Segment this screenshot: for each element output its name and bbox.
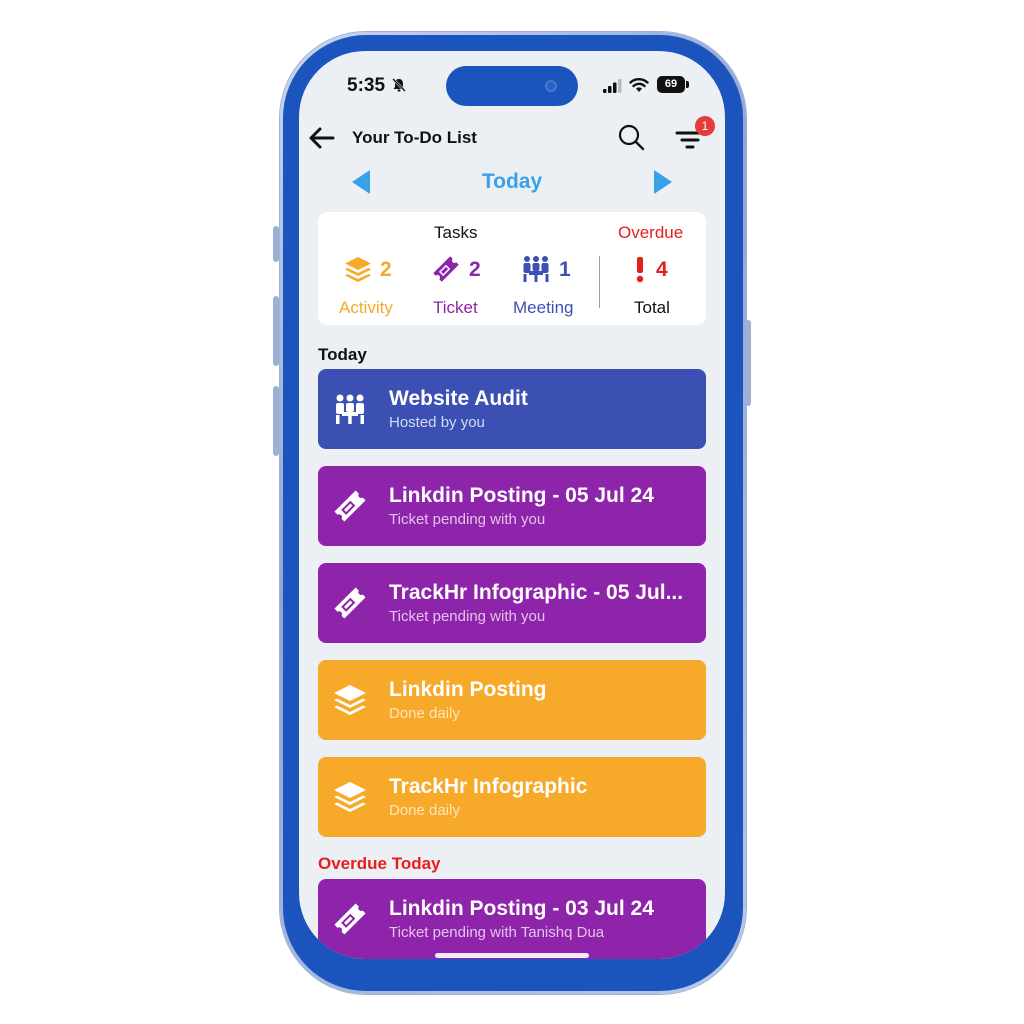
overdue-total-label: Total <box>634 298 670 317</box>
battery-tip <box>686 81 689 88</box>
meeting-label: Meeting <box>513 298 574 317</box>
ticket-icon <box>334 587 366 619</box>
overdue-count: 4 <box>656 258 668 281</box>
volume-down-button <box>273 386 279 456</box>
previous-day-arrow-icon[interactable] <box>350 169 372 195</box>
dynamic-island <box>446 66 578 106</box>
front-camera <box>545 80 557 92</box>
power-button <box>745 320 751 406</box>
section-title-today: Today <box>318 345 367 364</box>
meeting-group-icon <box>523 256 549 282</box>
ticket-icon <box>334 490 366 522</box>
task-subtitle: Ticket pending with Tanishq Dua <box>389 924 605 941</box>
task-subtitle: Hosted by you <box>389 414 485 431</box>
overdue-task-card-ticket[interactable]: Linkdin Posting - 03 Jul 24 Ticket pendi… <box>318 879 706 959</box>
next-day-arrow-icon[interactable] <box>652 169 674 195</box>
search-icon[interactable] <box>617 123 647 153</box>
task-subtitle: Done daily <box>389 802 460 819</box>
back-arrow-icon[interactable] <box>307 123 337 153</box>
task-title: Website Audit <box>389 387 528 410</box>
meeting-group-icon <box>336 394 364 424</box>
task-card-ticket[interactable]: TrackHr Infographic - 05 Jul... Ticket p… <box>318 563 706 643</box>
task-title: Linkdin Posting <box>389 678 547 701</box>
task-title: Linkdin Posting - 03 Jul 24 <box>389 897 654 920</box>
filter-count-badge: 1 <box>695 116 715 136</box>
current-day-label: Today <box>481 170 543 193</box>
page-title: Your To-Do List <box>352 128 477 147</box>
task-subtitle: Done daily <box>389 705 460 722</box>
task-subtitle: Ticket pending with you <box>389 511 546 528</box>
task-title: TrackHr Infographic - 05 Jul... <box>389 581 684 604</box>
home-indicator[interactable] <box>435 953 589 958</box>
cellular-signal-icon <box>603 79 622 93</box>
layers-icon <box>345 257 371 282</box>
section-title-overdue-today: Overdue Today <box>318 854 441 873</box>
tasks-heading: Tasks <box>434 223 478 242</box>
volume-up-button <box>273 296 279 366</box>
meeting-count: 1 <box>559 258 571 281</box>
overdue-heading: Overdue <box>618 223 684 242</box>
ticket-label: Ticket <box>433 298 478 317</box>
task-title: TrackHr Infographic <box>389 775 588 798</box>
activity-label: Activity <box>339 298 393 317</box>
ticket-icon <box>433 256 459 282</box>
status-time: 5:35 <box>347 75 386 96</box>
task-card-activity[interactable]: TrackHr Infographic Done daily <box>318 757 706 837</box>
ticket-count: 2 <box>469 258 481 281</box>
task-card-activity[interactable]: Linkdin Posting Done daily <box>318 660 706 740</box>
battery-indicator: 69 <box>657 76 685 93</box>
task-summary-card: Tasks Overdue 2 Activity 2 Ticket 1 Meet… <box>318 212 706 325</box>
summary-divider <box>599 256 600 308</box>
action-button <box>273 226 279 262</box>
layers-icon <box>334 782 366 812</box>
wifi-icon <box>629 78 649 92</box>
activity-count: 2 <box>380 258 392 281</box>
ticket-icon <box>334 903 366 935</box>
task-card-meeting[interactable]: Website Audit Hosted by you <box>318 369 706 449</box>
task-subtitle: Ticket pending with you <box>389 608 546 625</box>
bell-muted-icon <box>392 78 406 92</box>
phone-screen: 5:35 69 Your To-Do List 1 Today Tasks Ov… <box>299 51 725 959</box>
exclamation-icon <box>636 257 644 283</box>
layers-icon <box>334 685 366 715</box>
task-card-ticket[interactable]: Linkdin Posting - 05 Jul 24 Ticket pendi… <box>318 466 706 546</box>
task-title: Linkdin Posting - 05 Jul 24 <box>389 484 654 507</box>
